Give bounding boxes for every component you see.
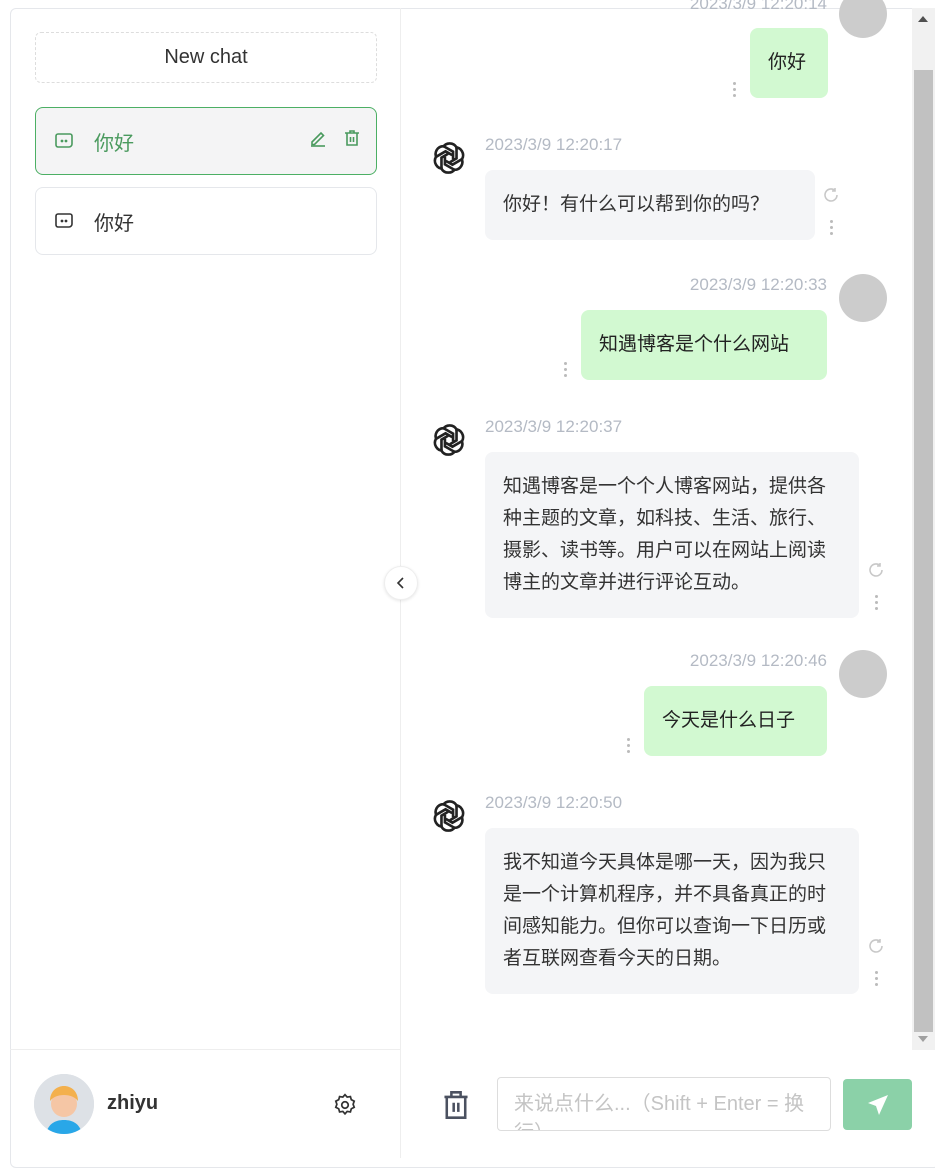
- user-message-avatar: [839, 274, 887, 322]
- message-timestamp: 2023/3/9 12:20:17: [485, 135, 623, 154]
- settings-gear-icon[interactable]: [332, 1092, 358, 1123]
- conversation-item[interactable]: 你好: [35, 187, 377, 255]
- openai-logo-icon: [428, 795, 470, 842]
- chat-footer: [401, 1050, 935, 1158]
- message-timestamp: 2023/3/9 12:20:37: [485, 417, 623, 436]
- collapse-sidebar-button[interactable]: [384, 566, 418, 600]
- clear-chat-trash-icon[interactable]: [442, 1090, 470, 1125]
- more-options-icon[interactable]: [733, 82, 737, 97]
- message-timestamp: 2023/3/9 12:20:33: [689, 275, 827, 294]
- new-chat-button[interactable]: New chat: [35, 32, 377, 83]
- more-options-icon[interactable]: [627, 738, 631, 753]
- sidebar: New chat 你好 你好 zhiyu: [10, 8, 401, 1158]
- user-avatar[interactable]: [34, 1074, 94, 1134]
- scroll-up-arrow[interactable]: [918, 16, 928, 22]
- scroll-down-arrow[interactable]: [918, 1036, 928, 1042]
- send-icon: [867, 1094, 888, 1115]
- more-options-icon[interactable]: [564, 362, 568, 377]
- chat-messages: 2023/3/9 12:20:14 你好 2023/3/9 12:20:17 你好！有…: [401, 0, 912, 1050]
- user-message-bubble: 知遇博客是个什么网站: [581, 310, 827, 380]
- scrollbar[interactable]: [912, 8, 935, 1050]
- regenerate-icon[interactable]: [822, 186, 840, 209]
- chat-bubble-icon: [54, 211, 76, 231]
- delete-icon[interactable]: [342, 128, 362, 154]
- message-input[interactable]: [497, 1077, 831, 1131]
- message-timestamp: 2023/3/9 12:20:14: [689, 0, 827, 13]
- assistant-message-bubble: 我不知道今天具体是哪一天，因为我只是一个计算机程序，并不具备真正的时间感知能力。…: [485, 828, 859, 994]
- sidebar-footer: zhiyu: [10, 1049, 400, 1159]
- user-name: zhiyu: [107, 1092, 159, 1114]
- assistant-message-bubble: 你好！有什么可以帮到你的吗？: [485, 170, 815, 240]
- openai-logo-icon: [428, 419, 470, 466]
- conversation-item-active[interactable]: 你好: [35, 107, 377, 175]
- user-message-avatar: [839, 650, 887, 698]
- send-button[interactable]: [843, 1079, 912, 1130]
- chat-bubble-icon: [54, 131, 76, 151]
- message-timestamp: 2023/3/9 12:20:50: [485, 793, 623, 812]
- regenerate-icon[interactable]: [867, 937, 885, 960]
- user-message-avatar: [839, 0, 887, 38]
- message-timestamp: 2023/3/9 12:20:46: [689, 651, 827, 670]
- more-options-icon[interactable]: [830, 220, 834, 235]
- scrollbar-thumb[interactable]: [914, 70, 933, 1032]
- conversation-title: 你好: [94, 212, 134, 235]
- more-options-icon[interactable]: [875, 595, 879, 610]
- conversation-title: 你好: [94, 132, 134, 155]
- edit-icon[interactable]: [308, 128, 328, 154]
- more-options-icon[interactable]: [875, 971, 879, 986]
- regenerate-icon[interactable]: [867, 561, 885, 584]
- openai-logo-icon: [428, 137, 470, 184]
- user-message-bubble: 今天是什么日子: [644, 686, 827, 756]
- user-message-bubble: 你好: [750, 28, 828, 98]
- assistant-message-bubble: 知遇博客是一个个人博客网站，提供各种主题的文章，如科技、生活、旅行、摄影、读书等…: [485, 452, 859, 618]
